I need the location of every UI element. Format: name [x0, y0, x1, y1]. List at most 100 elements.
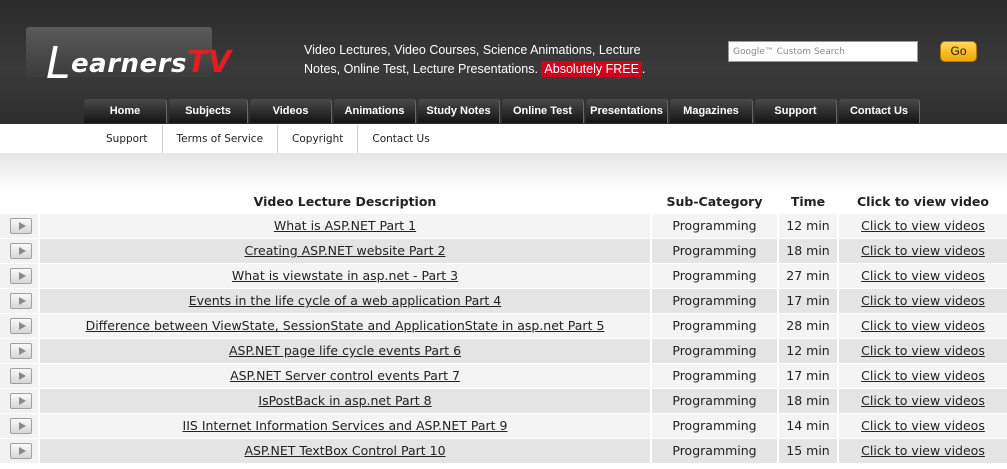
table-row: IsPostBack in asp.net Part 8 Programming 1… — [0, 389, 1007, 414]
table-row: ASP.NET TextBox Control Part 10 Programmi… — [0, 439, 1007, 464]
video-title-link[interactable]: IsPostBack in asp.net Part 8 — [258, 393, 431, 408]
category-cell: Programming — [652, 439, 777, 463]
nav-item-animations[interactable]: Animations — [334, 99, 416, 123]
link-cell: Click to view videos — [839, 364, 1007, 388]
play-cell — [0, 289, 38, 313]
play-cell — [0, 414, 38, 438]
play-icon[interactable] — [10, 443, 32, 459]
time-cell: 18 min — [779, 389, 837, 413]
view-videos-link[interactable]: Click to view videos — [861, 443, 985, 458]
table-row: What is ASP.NET Part 1 Programming 12 min C… — [0, 214, 1007, 239]
video-title-link[interactable]: What is ASP.NET Part 1 — [274, 218, 416, 233]
subnav-item-support[interactable]: Support — [92, 125, 163, 153]
description-cell: IsPostBack in asp.net Part 8 — [40, 389, 650, 413]
play-cell — [0, 439, 38, 463]
link-cell: Click to view videos — [839, 414, 1007, 438]
view-videos-link[interactable]: Click to view videos — [861, 343, 985, 358]
logo-text: LearnersTV — [46, 32, 232, 89]
table-row: What is viewstate in asp.net - Part 3 Pro… — [0, 264, 1007, 289]
view-videos-link[interactable]: Click to view videos — [861, 318, 985, 333]
nav-item-contact-us[interactable]: Contact Us — [839, 99, 920, 123]
logo-tv: TV — [186, 45, 232, 80]
description-cell: Creating ASP.NET website Part 2 — [40, 239, 650, 263]
sub-nav: Support Terms of Service Copyright Conta… — [92, 125, 444, 153]
main-nav: Home Subjects Videos Animations Study No… — [84, 99, 922, 123]
tagline: Video Lectures, Video Courses, Science A… — [304, 41, 664, 79]
table-row: ASP.NET page life cycle events Part 6 Pro… — [0, 339, 1007, 364]
nav-item-subjects[interactable]: Subjects — [169, 99, 248, 123]
time-cell: 28 min — [779, 314, 837, 338]
time-cell: 17 min — [779, 289, 837, 313]
play-cell — [0, 389, 38, 413]
play-icon[interactable] — [10, 268, 32, 284]
play-icon[interactable] — [10, 293, 32, 309]
nav-item-online-test[interactable]: Online Test — [502, 99, 584, 123]
time-cell: 12 min — [779, 214, 837, 238]
table-row: IIS Internet Information Services and AS… — [0, 414, 1007, 439]
content-band — [0, 153, 1007, 191]
video-title-link[interactable]: ASP.NET page life cycle events Part 6 — [229, 343, 461, 358]
header-link: Click to view video — [857, 194, 989, 209]
play-cell — [0, 264, 38, 288]
category-cell: Programming — [652, 389, 777, 413]
play-icon[interactable] — [10, 318, 32, 334]
video-title-link[interactable]: IIS Internet Information Services and AS… — [183, 418, 508, 433]
description-cell: ASP.NET TextBox Control Part 10 — [40, 439, 650, 463]
video-table: What is ASP.NET Part 1 Programming 12 min C… — [0, 214, 1007, 464]
nav-item-presentations[interactable]: Presentations — [586, 99, 668, 123]
video-title-link[interactable]: What is viewstate in asp.net - Part 3 — [232, 268, 458, 283]
play-cell — [0, 314, 38, 338]
play-icon[interactable] — [10, 343, 32, 359]
table-row: Creating ASP.NET website Part 2 Programmi… — [0, 239, 1007, 264]
video-title-link[interactable]: Difference between ViewState, SessionSta… — [86, 318, 605, 333]
view-videos-link[interactable]: Click to view videos — [861, 243, 985, 258]
play-icon[interactable] — [10, 418, 32, 434]
category-cell: Programming — [652, 314, 777, 338]
category-cell: Programming — [652, 339, 777, 363]
video-title-link[interactable]: ASP.NET Server control events Part 7 — [230, 368, 460, 383]
view-videos-link[interactable]: Click to view videos — [861, 418, 985, 433]
view-videos-link[interactable]: Click to view videos — [861, 218, 985, 233]
play-icon[interactable] — [10, 218, 32, 234]
table-row: ASP.NET Server control events Part 7 Prog… — [0, 364, 1007, 389]
search-input[interactable] — [729, 42, 917, 61]
nav-item-home[interactable]: Home — [84, 99, 167, 123]
header-time: Time — [790, 194, 826, 209]
play-icon[interactable] — [10, 243, 32, 259]
link-cell: Click to view videos — [839, 339, 1007, 363]
view-videos-link[interactable]: Click to view videos — [861, 393, 985, 408]
play-cell — [0, 239, 38, 263]
video-title-link[interactable]: Events in the life cycle of a web applic… — [189, 293, 501, 308]
video-title-link[interactable]: Creating ASP.NET website Part 2 — [244, 243, 445, 258]
subnav-item-copyright[interactable]: Copyright — [278, 125, 359, 153]
play-icon[interactable] — [10, 393, 32, 409]
table-row: Difference between ViewState, SessionSta… — [0, 314, 1007, 339]
view-videos-link[interactable]: Click to view videos — [861, 268, 985, 283]
table-header: Video Lecture Description Sub-Category T… — [0, 190, 1007, 214]
play-icon[interactable] — [10, 368, 32, 384]
time-cell: 18 min — [779, 239, 837, 263]
view-videos-link[interactable]: Click to view videos — [861, 293, 985, 308]
category-cell: Programming — [652, 364, 777, 388]
nav-item-support[interactable]: Support — [755, 99, 837, 123]
header-category: Sub-Category — [666, 194, 763, 209]
link-cell: Click to view videos — [839, 239, 1007, 263]
time-cell: 17 min — [779, 364, 837, 388]
category-cell: Programming — [652, 239, 777, 263]
subnav-item-terms[interactable]: Terms of Service — [163, 125, 279, 153]
logo-word: earners — [71, 49, 187, 79]
nav-item-magazines[interactable]: Magazines — [670, 99, 753, 123]
play-cell — [0, 339, 38, 363]
tagline-suffix: . — [641, 62, 646, 76]
nav-item-videos[interactable]: Videos — [250, 99, 332, 123]
play-cell — [0, 364, 38, 388]
go-button[interactable]: Go — [940, 41, 977, 62]
video-title-link[interactable]: ASP.NET TextBox Control Part 10 — [244, 443, 445, 458]
nav-item-study-notes[interactable]: Study Notes — [418, 99, 500, 123]
time-cell: 27 min — [779, 264, 837, 288]
logo[interactable]: LearnersTV — [26, 27, 231, 89]
view-videos-link[interactable]: Click to view videos — [861, 368, 985, 383]
time-cell: 12 min — [779, 339, 837, 363]
subnav-item-contact-us[interactable]: Contact Us — [358, 125, 443, 153]
description-cell: What is viewstate in asp.net - Part 3 — [40, 264, 650, 288]
